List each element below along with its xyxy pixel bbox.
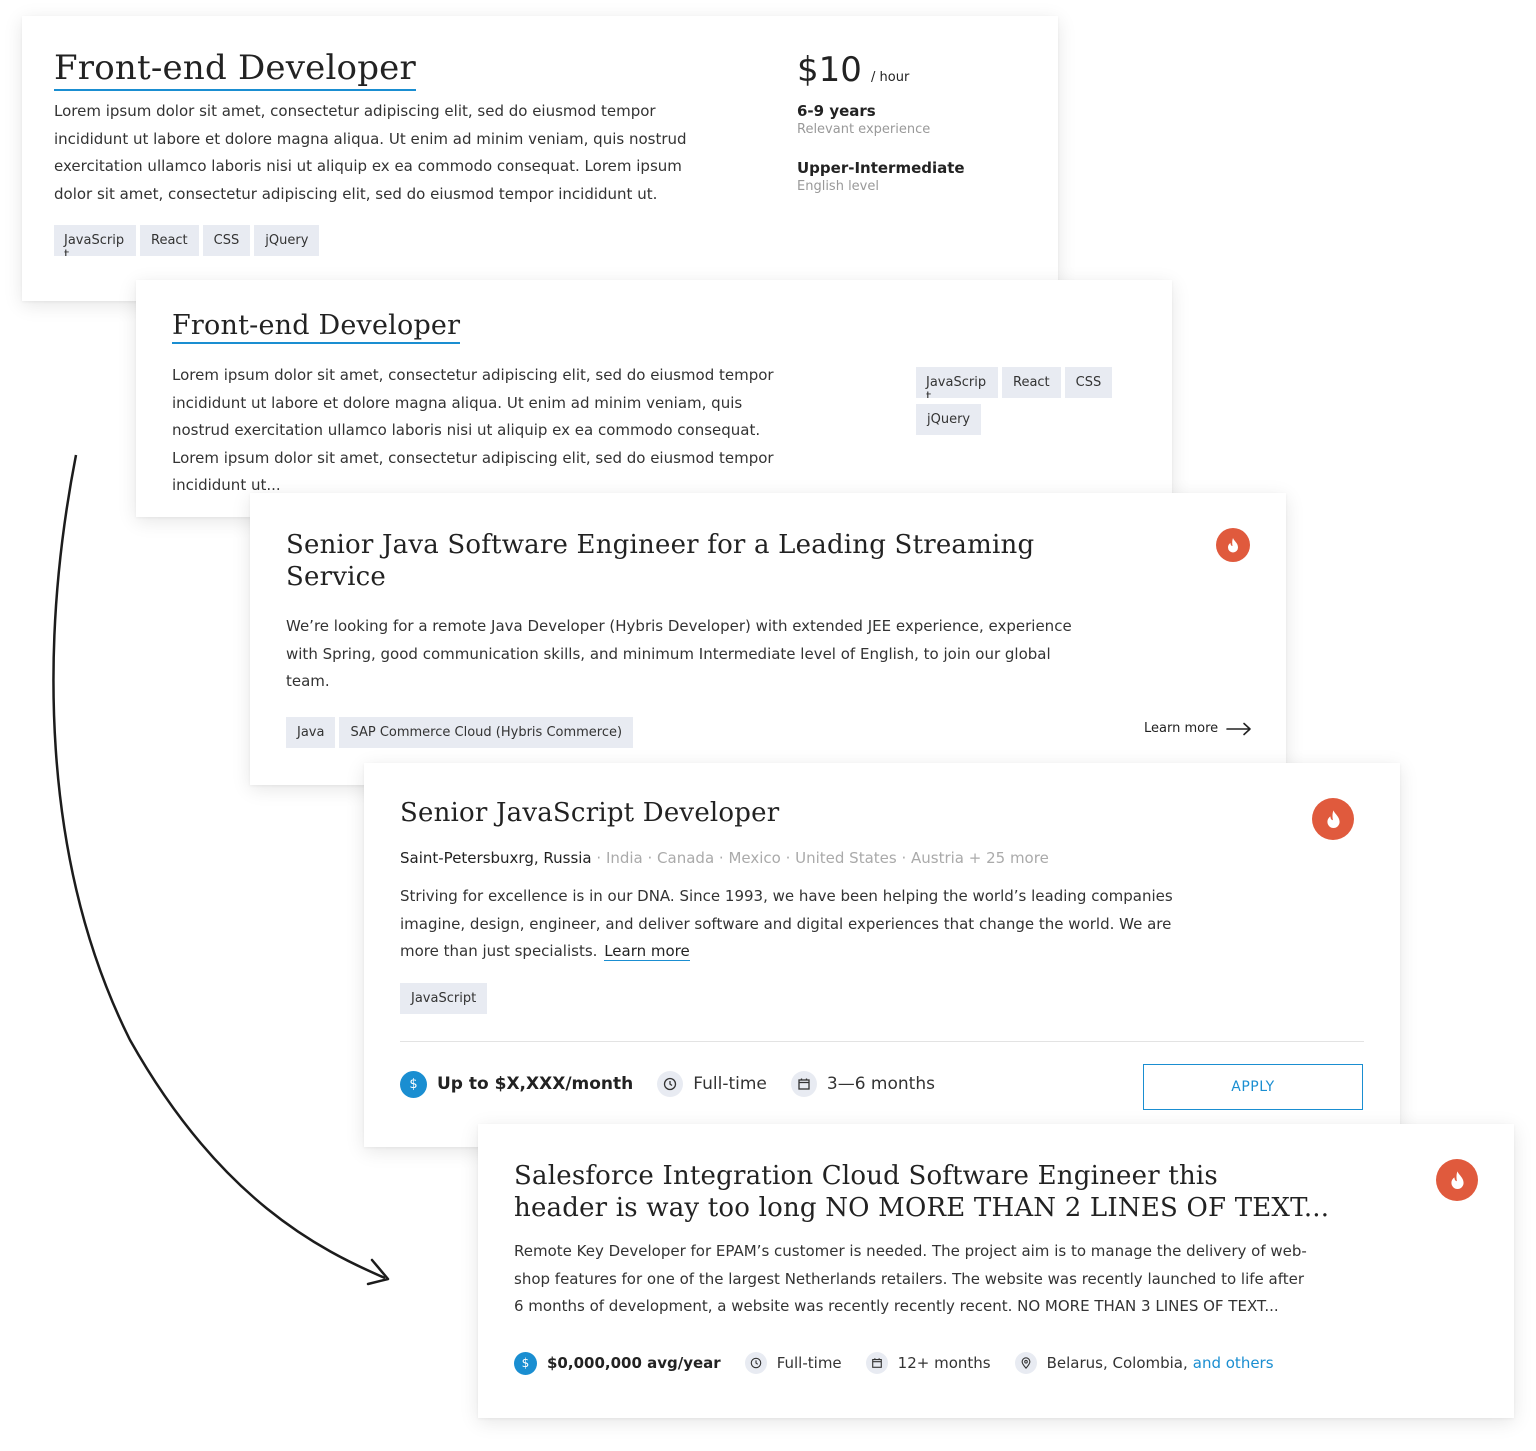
english-value: Upper-Intermediate [797, 159, 965, 177]
job-description: Remote Key Developer for EPAM’s customer… [514, 1242, 1307, 1315]
learn-more-link[interactable]: Learn more [1144, 721, 1252, 736]
salary: $0,000,000 avg/year [547, 1354, 721, 1372]
dollar-icon: $ [400, 1070, 427, 1098]
job-card-2[interactable]: Front-end Developer Lorem ipsum dolor si… [136, 280, 1172, 517]
tag-jquery: jQuery [916, 404, 982, 435]
salary: Up to $X,XXX/month [437, 1074, 634, 1094]
locations-more-link[interactable]: and others [1193, 1354, 1274, 1372]
rate-value: $10 [797, 50, 862, 90]
fire-icon [1216, 528, 1250, 562]
job-title-line-2: header is way too long NO MORE THAN 2 LI… [514, 1193, 1330, 1223]
location-pin-icon [1014, 1352, 1037, 1374]
job-title[interactable]: Senior JavaScript Developer [400, 798, 779, 828]
tag-javascript: JavaScript [54, 225, 136, 256]
fire-icon [1312, 798, 1354, 840]
learn-more-label: Learn more [1144, 721, 1219, 736]
apply-button[interactable]: APPLY [1143, 1064, 1363, 1110]
job-title-line-2: Service [286, 562, 386, 592]
clock-icon [744, 1352, 767, 1374]
duration: 3—6 months [826, 1074, 935, 1094]
tag-java: Java [286, 717, 336, 748]
clock-icon [657, 1071, 684, 1097]
primary-location: Saint-Petersbuxrg, Russia [400, 849, 592, 867]
tag-list: JavaScriptReactCSS jQuery [916, 367, 1126, 435]
tag-list: JavaScript [400, 983, 491, 1014]
calendar-icon [790, 1071, 817, 1097]
duration: 12+ months [897, 1354, 991, 1372]
job-meta: $ $0,000,000 avg/year Full-time 12+ mont… [514, 1350, 1298, 1376]
fire-icon [1436, 1159, 1478, 1201]
job-title[interactable]: Senior Java Software Engineer for a Lead… [286, 529, 1086, 593]
experience-value: 6-9 years [797, 102, 876, 120]
experience-label: Relevant experience [797, 122, 931, 137]
english-block: Upper-Intermediate English level [797, 159, 965, 194]
description-text: Striving for excellence is in our DNA. S… [400, 887, 1173, 960]
english-label: English level [797, 179, 879, 194]
calendar-icon [865, 1352, 888, 1374]
tag-jquery: jQuery [254, 225, 320, 256]
tag-javascript: JavaScript [916, 367, 998, 398]
employment-type: Full-time [693, 1074, 767, 1094]
rate-block: $10 / hour [797, 50, 909, 90]
job-card-4[interactable]: Senior JavaScript Developer Saint-Peters… [364, 763, 1400, 1147]
job-description: Lorem ipsum dolor sit amet, consectetur … [54, 102, 687, 203]
job-title-line-1: Salesforce Integration Cloud Software En… [514, 1161, 1218, 1191]
divider [400, 1041, 1364, 1042]
tag-css: CSS [202, 225, 251, 256]
tag-css: CSS [1064, 367, 1113, 398]
tag-react: React [1002, 367, 1061, 398]
location-line: Saint-Petersbuxrg, Russia · India · Cana… [400, 849, 1049, 867]
employment-type: Full-time [776, 1354, 842, 1372]
dollar-icon: $ [514, 1351, 537, 1375]
learn-more-link[interactable]: Learn more [604, 942, 690, 961]
job-description: We’re looking for a remote Java Develope… [286, 617, 1072, 690]
tag-list: Java SAP Commerce Cloud (Hybris Commerce) [286, 717, 637, 748]
rate-unit: / hour [871, 70, 910, 85]
other-locations[interactable]: · India · Canada · Mexico · United State… [596, 849, 1048, 867]
job-card-5[interactable]: Salesforce Integration Cloud Software En… [478, 1124, 1514, 1418]
job-title-line-1: Senior Java Software Engineer for a Lead… [286, 530, 1035, 560]
job-title[interactable]: Salesforce Integration Cloud Software En… [514, 1160, 1394, 1224]
job-title[interactable]: Front-end Developer [172, 310, 461, 344]
locations: Belarus, Colombia, [1046, 1354, 1188, 1372]
experience-block: 6-9 years Relevant experience [797, 102, 930, 137]
job-card-1[interactable]: Front-end Developer Lorem ipsum dolor si… [22, 16, 1058, 301]
job-card-3[interactable]: Senior Java Software Engineer for a Lead… [250, 493, 1286, 785]
tag-sap-commerce: SAP Commerce Cloud (Hybris Commerce) [339, 717, 634, 748]
tag-react: React [140, 225, 199, 256]
job-meta: $ Up to $X,XXX/month Full-time 3—6 month… [400, 1069, 959, 1099]
arrow-right-icon [1226, 722, 1251, 735]
tag-list: JavaScriptReactCSSjQuery [54, 225, 323, 256]
job-title[interactable]: Front-end Developer [54, 48, 416, 91]
job-description: Striving for excellence is in our DNA. S… [400, 883, 1210, 966]
job-description: Lorem ipsum dolor sit amet, consectetur … [172, 366, 774, 494]
tag-javascript: JavaScript [400, 983, 488, 1014]
